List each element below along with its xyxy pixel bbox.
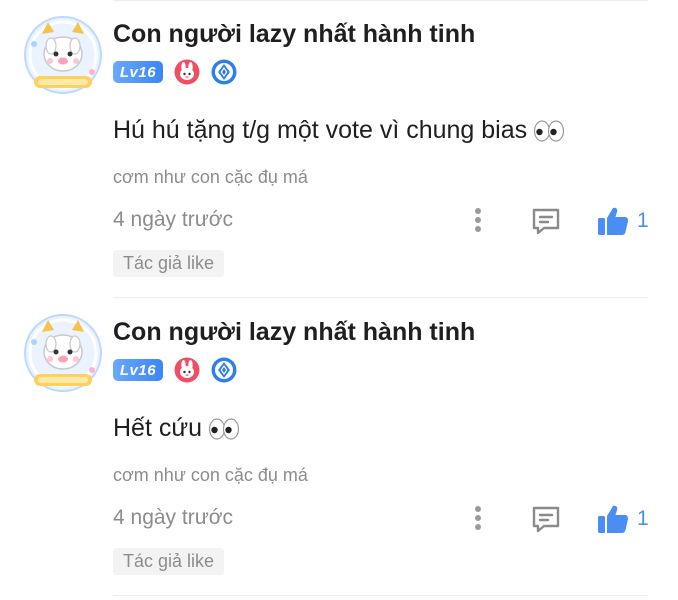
bunny-badge-icon	[174, 59, 200, 85]
timestamp: 4 ngày trước	[113, 506, 234, 529]
comment-item: Con người lazy nhất hành tinh Lv16	[0, 298, 678, 596]
comment-text: Hú hú tặng t/g một vote vì chung bias	[113, 116, 528, 144]
avatar[interactable]	[22, 14, 104, 96]
more-vertical-icon[interactable]	[468, 205, 488, 235]
level-badge: Lv16	[113, 61, 163, 83]
timestamp: 4 ngày trước	[113, 208, 234, 231]
comment-item: Con người lazy nhất hành tinh Lv16	[0, 0, 678, 298]
user-signature: cơm như con cặc đụ má	[113, 465, 308, 485]
author-like-tag: Tác giả like	[113, 250, 225, 277]
eyes-emoji-icon	[208, 417, 240, 440]
badge-row: Lv16	[113, 356, 237, 384]
thumbs-up-icon	[598, 207, 629, 235]
diamond-badge-icon	[211, 59, 237, 85]
comment-content: Hú hú tặng t/g một vote vì chung bias	[113, 116, 565, 145]
author-like-tag: Tác giả like	[113, 548, 225, 575]
more-vertical-icon[interactable]	[468, 503, 488, 533]
like-count: 1	[637, 507, 649, 530]
comment-text: Hết cứu	[113, 414, 202, 442]
comment-icon[interactable]	[530, 503, 562, 535]
user-signature: cơm như con cặc đụ má	[113, 167, 308, 187]
comment-icon[interactable]	[530, 205, 562, 237]
like-button[interactable]: 1	[597, 503, 649, 535]
like-button[interactable]: 1	[597, 205, 649, 237]
eyes-emoji-icon	[533, 119, 565, 142]
like-count: 1	[637, 209, 649, 232]
diamond-badge-icon	[211, 357, 237, 383]
bunny-badge-icon	[174, 357, 200, 383]
avatar[interactable]	[22, 312, 104, 394]
thumbs-up-icon	[598, 505, 629, 533]
comment-content: Hết cứu	[113, 414, 240, 443]
level-badge: Lv16	[113, 359, 163, 381]
username[interactable]: Con người lazy nhất hành tinh	[113, 20, 475, 49]
username[interactable]: Con người lazy nhất hành tinh	[113, 318, 475, 347]
comment-divider	[113, 595, 648, 596]
badge-row: Lv16	[113, 58, 237, 86]
